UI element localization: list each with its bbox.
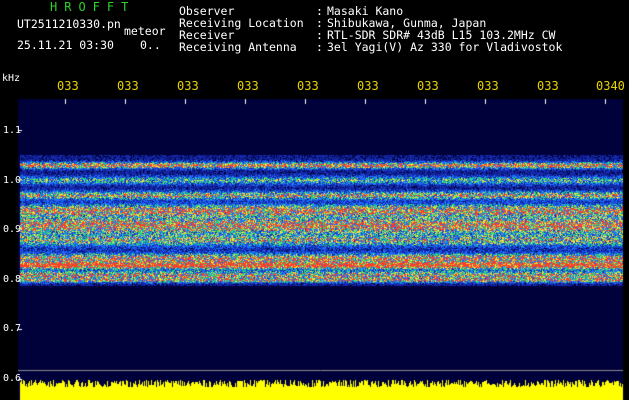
datetime-label: 25.11.21 03:30 [17, 38, 114, 52]
y-tick-label: 0.8 [3, 274, 22, 285]
x-tick-label: 033 [357, 79, 379, 93]
meteor-count: 0.. [140, 38, 161, 52]
y-tick-label: 0.9 [3, 224, 22, 235]
x-tick-label: 033 [117, 79, 139, 93]
info-colon: : [316, 40, 323, 54]
y-tick-label: 1.0 [3, 175, 22, 186]
y-tick-label: 1.1 [3, 125, 22, 136]
app-title: HROFFT [50, 0, 136, 14]
spectrogram-canvas [0, 0, 629, 400]
y-tick-label: 0.6 [3, 373, 22, 384]
x-tick-label: 033 [57, 79, 79, 93]
x-tick-label: 033 [537, 79, 559, 93]
meteor-label: meteor [124, 24, 166, 38]
y-tick-label: 0.7 [3, 323, 22, 334]
x-tick-label: 0340 [596, 79, 625, 93]
y-axis-unit: kHz [2, 73, 21, 84]
x-tick-label: 033 [237, 79, 259, 93]
x-tick-label: 033 [297, 79, 319, 93]
x-tick-label: 033 [417, 79, 439, 93]
info-value-antenna: 3el Yagi(V) Az 330 for Vladivostok [327, 40, 563, 54]
x-tick-label: 033 [177, 79, 199, 93]
x-tick-label: 033 [477, 79, 499, 93]
info-key-antenna: Receiving Antenna [179, 40, 297, 54]
filename-label: UT2511210330.pn [17, 17, 121, 31]
